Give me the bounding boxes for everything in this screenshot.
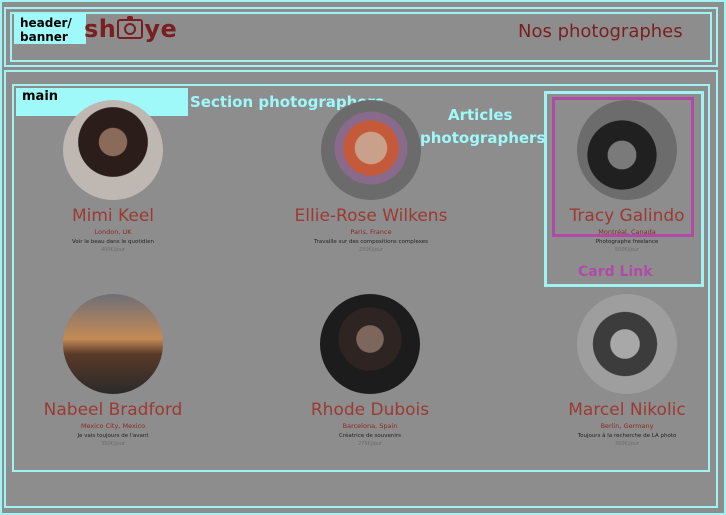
card-link-label: Card Link bbox=[578, 264, 653, 280]
photographer-name: Tracy Galindo bbox=[569, 206, 685, 226]
photographer-location: Paris, France bbox=[350, 228, 392, 236]
photographer-price: 275€/jour bbox=[357, 441, 383, 447]
photographer-name: Nabeel Bradford bbox=[43, 400, 183, 420]
main: main Section photographers Articles phot… bbox=[4, 70, 718, 508]
photographer-tagline: Voir le beau dans le quotidien bbox=[72, 239, 154, 245]
photographer-location: London, UK bbox=[94, 228, 132, 236]
photographer-price: 500€/jour bbox=[614, 247, 640, 253]
photographer-card[interactable]: Tracy Galindo Montréal, Canada Photograp… bbox=[552, 100, 702, 253]
photographer-card[interactable]: Marcel Nikolic Berlin, Germany Toujours … bbox=[552, 294, 702, 447]
photographer-card[interactable]: Mimi Keel London, UK Voir le beau dans l… bbox=[38, 100, 188, 253]
photographer-name: Mimi Keel bbox=[71, 206, 155, 226]
photographer-location: Berlin, Germany bbox=[600, 422, 654, 430]
logo[interactable]: sh ye bbox=[84, 15, 177, 43]
page-title: Nos photographes bbox=[518, 21, 683, 42]
camera-icon bbox=[117, 16, 144, 39]
avatar bbox=[577, 100, 677, 200]
photographer-name: Rhode Dubois bbox=[310, 400, 430, 420]
avatar bbox=[63, 294, 163, 394]
avatar bbox=[63, 100, 163, 200]
photographer-price: 250€/jour bbox=[358, 247, 384, 253]
photographer-location: Montréal, Canada bbox=[598, 228, 656, 236]
header-tag: header/ banner bbox=[14, 14, 86, 44]
photographer-location: Mexico City, Mexico bbox=[80, 422, 146, 430]
photographer-card[interactable]: Ellie-Rose Wilkens Paris, France Travail… bbox=[276, 100, 466, 253]
photographer-tagline: Travaille sur des compositions complexes bbox=[314, 239, 428, 245]
photographer-name: Ellie-Rose Wilkens bbox=[294, 206, 448, 226]
photographer-card[interactable]: Rhode Dubois Barcelona, Spain Créatrice … bbox=[290, 294, 450, 447]
photographer-tagline: Créatrice de souvenirs bbox=[339, 433, 401, 439]
photographer-tagline: Je vais toujours de l'avant bbox=[77, 433, 149, 439]
photographer-location: Barcelona, Spain bbox=[342, 422, 398, 430]
photographer-price: 400€/jour bbox=[100, 247, 126, 253]
avatar bbox=[577, 294, 677, 394]
photographer-name: Marcel Nikolic bbox=[568, 400, 686, 420]
logo-text-right: ye bbox=[144, 15, 178, 43]
avatar bbox=[320, 294, 420, 394]
header-banner: header/ banner sh ye Nos photographes bbox=[4, 7, 718, 67]
photographer-tagline: Toujours à la recherche de LA photo bbox=[577, 433, 677, 439]
photographer-tagline: Photographe freelance bbox=[595, 239, 659, 245]
photographer-card[interactable]: Nabeel Bradford Mexico City, Mexico Je v… bbox=[36, 294, 190, 447]
logo-text-left: sh bbox=[84, 15, 117, 43]
avatar bbox=[321, 100, 421, 200]
photographer-price: 350€/jour bbox=[100, 441, 126, 447]
photographer-price: 300€/jour bbox=[614, 441, 640, 447]
